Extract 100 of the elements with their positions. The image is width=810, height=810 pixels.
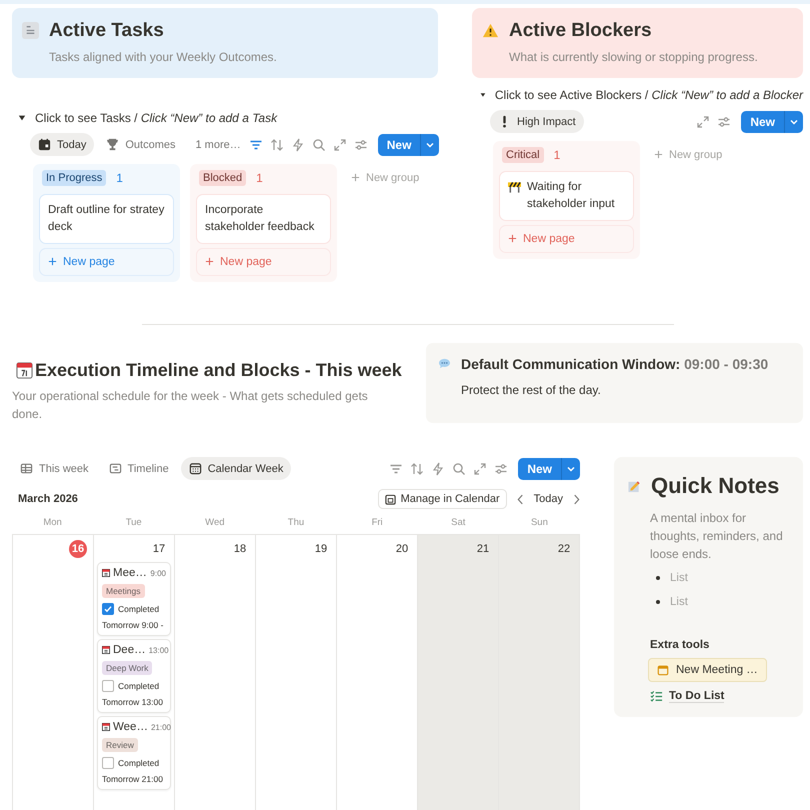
callout-title: Active Blockers <box>509 20 653 42</box>
event-title: Wee… <box>113 721 148 733</box>
date-number: 20 <box>394 542 410 557</box>
toggle-triangle-icon[interactable] <box>480 91 486 99</box>
event-time: 13:00 <box>148 646 169 654</box>
toggle-triangle-icon[interactable] <box>18 114 26 122</box>
to-do-list-link[interactable]: To Do List <box>669 690 724 703</box>
checkbox[interactable] <box>102 603 114 615</box>
notes-description: A mental inbox for thoughts, reminders, and loose ends. <box>650 510 784 563</box>
barrier-icon <box>508 181 521 193</box>
memo-icon <box>628 480 641 492</box>
event-date: Tomorrow 13:00 <box>102 697 163 707</box>
view-tab[interactable]: High Impact <box>490 110 584 133</box>
view-tab[interactable]: Today <box>30 133 94 156</box>
event-card[interactable]: Dee… 13:00 Deep Work Completed Tomorrow 13:00 <box>97 639 171 713</box>
section-description: Your operational schedule for the week - What gets scheduled gets done. <box>12 388 369 423</box>
search-icon[interactable] <box>452 462 466 476</box>
trophy-icon <box>106 138 120 151</box>
group-tag: In Progress <box>42 170 106 186</box>
sort-icon[interactable] <box>270 138 284 152</box>
automation-icon[interactable] <box>290 138 305 152</box>
weekday-label: Wed <box>204 517 226 530</box>
weekday-label: Thu <box>286 517 306 530</box>
date-number: 17 <box>152 542 166 557</box>
group-tag: Blocked <box>199 170 246 186</box>
view-tab[interactable]: Calendar Week <box>180 457 292 480</box>
tools-heading: Extra tools <box>650 639 710 651</box>
view-tab[interactable]: 1 more… <box>188 133 249 156</box>
timeline-icon <box>108 462 122 475</box>
group-count: 1 <box>116 171 123 185</box>
task-card[interactable]: Incorporate stakeholder feedback <box>196 194 331 244</box>
date-number: 18 <box>232 542 248 557</box>
card-title: Draft outline for stratey deck <box>48 203 165 235</box>
event-tag: Deep Work <box>102 661 152 675</box>
expand-icon[interactable] <box>473 462 488 476</box>
callout-title: Active Tasks <box>49 20 165 42</box>
weekday-label: Sun <box>530 517 549 530</box>
list-item: List <box>670 572 688 584</box>
settings-icon[interactable] <box>494 462 508 476</box>
task-card[interactable]: Waiting for stakeholder input <box>499 171 634 221</box>
event-title: Dee… <box>113 644 146 656</box>
event-tag: Meetings <box>102 584 144 598</box>
weekday-label: Fri <box>370 517 384 530</box>
new-page-button[interactable]: New page <box>39 248 174 276</box>
manage-calendar-button[interactable]: Manage in Calendar <box>378 489 507 509</box>
event-title: Mee… <box>113 567 148 579</box>
event-date: Tomorrow 9:00 - <box>102 620 164 630</box>
plus-icon <box>205 257 214 266</box>
sort-icon[interactable] <box>410 462 424 476</box>
toggle-text: Click to see Tasks / Click “New” to add a Task <box>35 111 278 125</box>
date-number: 16 <box>69 540 87 558</box>
view-tab[interactable]: This week <box>12 457 97 480</box>
checkbox[interactable] <box>102 757 114 769</box>
section-title: Execution Timeline and Blocks - This week <box>35 360 402 381</box>
view-tab[interactable]: Timeline <box>100 457 177 480</box>
checkbox-label: Completed <box>118 758 160 768</box>
new-button[interactable]: New <box>378 134 440 156</box>
table-icon <box>20 462 33 475</box>
document-icon <box>22 22 39 39</box>
event-card[interactable]: Mee… 9:00 Meetings Completed Tomorrow 9:00 - <box>97 562 171 636</box>
expand-icon[interactable] <box>332 138 347 152</box>
automation-icon[interactable] <box>431 462 446 476</box>
group-count: 1 <box>256 171 263 185</box>
event-card[interactable]: Wee… 21:00 Review Completed Tomorrow 21:00 <box>97 716 171 790</box>
today-button[interactable]: Today <box>534 493 563 505</box>
settings-icon[interactable] <box>717 114 732 128</box>
callout-description: What is currently slowing or stopping progress. <box>509 50 758 64</box>
bullet-icon <box>656 576 660 580</box>
date-number: 19 <box>314 542 328 557</box>
event-time: 9:00 <box>150 568 166 578</box>
plus-icon <box>351 173 360 182</box>
event-date: Tomorrow 21:00 <box>102 774 163 784</box>
speech-bubble-icon <box>438 358 451 369</box>
date-number: 22 <box>556 542 572 557</box>
plus-icon <box>654 150 663 159</box>
checkbox-label: Completed <box>118 604 160 614</box>
group-tag: Critical <box>502 147 544 163</box>
task-card[interactable]: Draft outline for stratey deck <box>39 194 174 244</box>
checkbox[interactable] <box>102 680 114 692</box>
event-tag: Review <box>102 738 138 752</box>
settings-icon[interactable] <box>354 138 368 152</box>
notes-title: Quick Notes <box>651 473 780 499</box>
expand-icon[interactable] <box>696 114 710 128</box>
new-meeting-button[interactable]: New Meeting … <box>648 658 767 682</box>
plus-icon <box>508 234 517 243</box>
month-label: March 2026 <box>18 493 78 505</box>
callout-description: Tasks aligned with your Weekly Outcomes. <box>49 50 277 64</box>
weekday-label: Tue <box>124 517 143 530</box>
warning-icon <box>482 22 499 39</box>
checklist-icon <box>650 690 663 703</box>
group-count: 1 <box>554 148 560 162</box>
event-time: 21:00 <box>150 722 171 732</box>
search-icon[interactable] <box>312 138 326 152</box>
view-tab[interactable]: Outcomes <box>98 133 184 156</box>
new-button[interactable]: New <box>518 458 580 480</box>
plus-icon <box>48 257 57 266</box>
callout-title: Default Communication Window: 09:00 - 09:30 <box>461 356 768 372</box>
checkbox-label: Completed <box>118 681 160 691</box>
new-button[interactable]: New <box>741 110 803 132</box>
card-title: Incorporate stakeholder feedback <box>205 203 316 235</box>
